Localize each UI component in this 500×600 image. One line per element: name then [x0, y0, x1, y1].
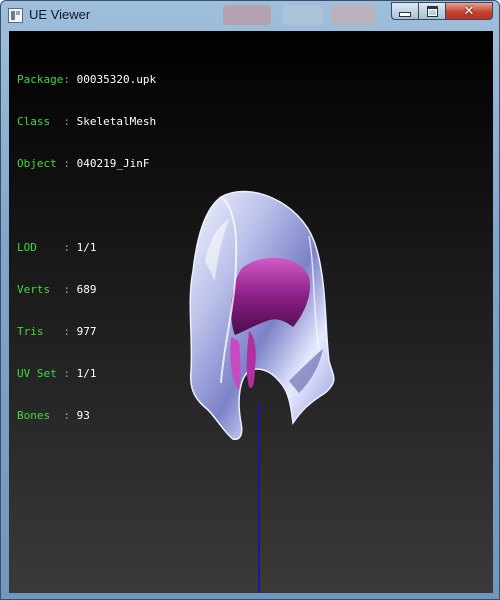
window-title: UE Viewer: [29, 7, 91, 22]
close-button[interactable]: ✕: [445, 2, 493, 20]
title-bar-background: [283, 5, 323, 25]
3d-viewport[interactable]: Package: 00035320.upk Class : SkeletalMe…: [9, 31, 493, 593]
minimize-icon: [399, 11, 411, 17]
title-bar-background: [223, 5, 271, 25]
maximize-icon: [426, 5, 438, 17]
app-icon[interactable]: [8, 8, 23, 23]
title-bar-background: [331, 5, 375, 25]
app-window: UE Viewer ✕ Package: 00035320.upk Class …: [0, 0, 500, 600]
close-icon: ✕: [463, 3, 475, 19]
minimize-button[interactable]: [391, 2, 418, 20]
skeletal-mesh-model[interactable]: [9, 31, 493, 593]
maximize-button[interactable]: [418, 2, 445, 20]
title-bar[interactable]: UE Viewer ✕: [1, 1, 499, 31]
